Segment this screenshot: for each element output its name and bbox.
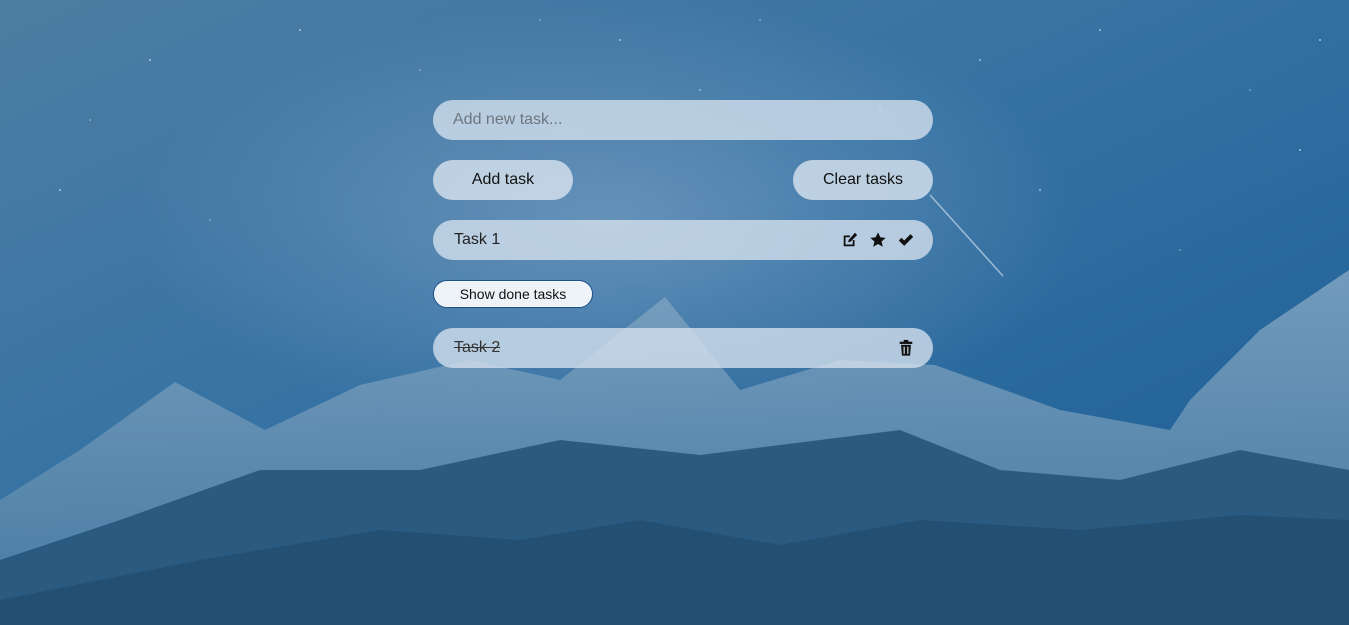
done-task-item: Task 2 xyxy=(433,328,933,368)
todo-app: Add task Clear tasks Task 1 Show done ta… xyxy=(433,100,933,368)
add-task-button[interactable]: Add task xyxy=(433,160,573,200)
clear-tasks-button[interactable]: Clear tasks xyxy=(793,160,933,200)
edit-icon[interactable] xyxy=(840,231,859,250)
action-buttons-row: Add task Clear tasks xyxy=(433,160,933,200)
star-icon[interactable] xyxy=(868,231,887,250)
new-task-input[interactable] xyxy=(433,100,933,140)
task-actions xyxy=(840,231,915,250)
done-task-actions xyxy=(896,339,915,358)
task-item: Task 1 xyxy=(433,220,933,260)
done-task-text: Task 2 xyxy=(454,339,501,356)
done-tasks-list: Task 2 xyxy=(433,328,933,368)
task-text: Task 1 xyxy=(454,231,501,248)
trash-icon[interactable] xyxy=(896,339,915,358)
check-icon[interactable] xyxy=(896,231,915,250)
show-done-tasks-button[interactable]: Show done tasks xyxy=(433,280,593,308)
